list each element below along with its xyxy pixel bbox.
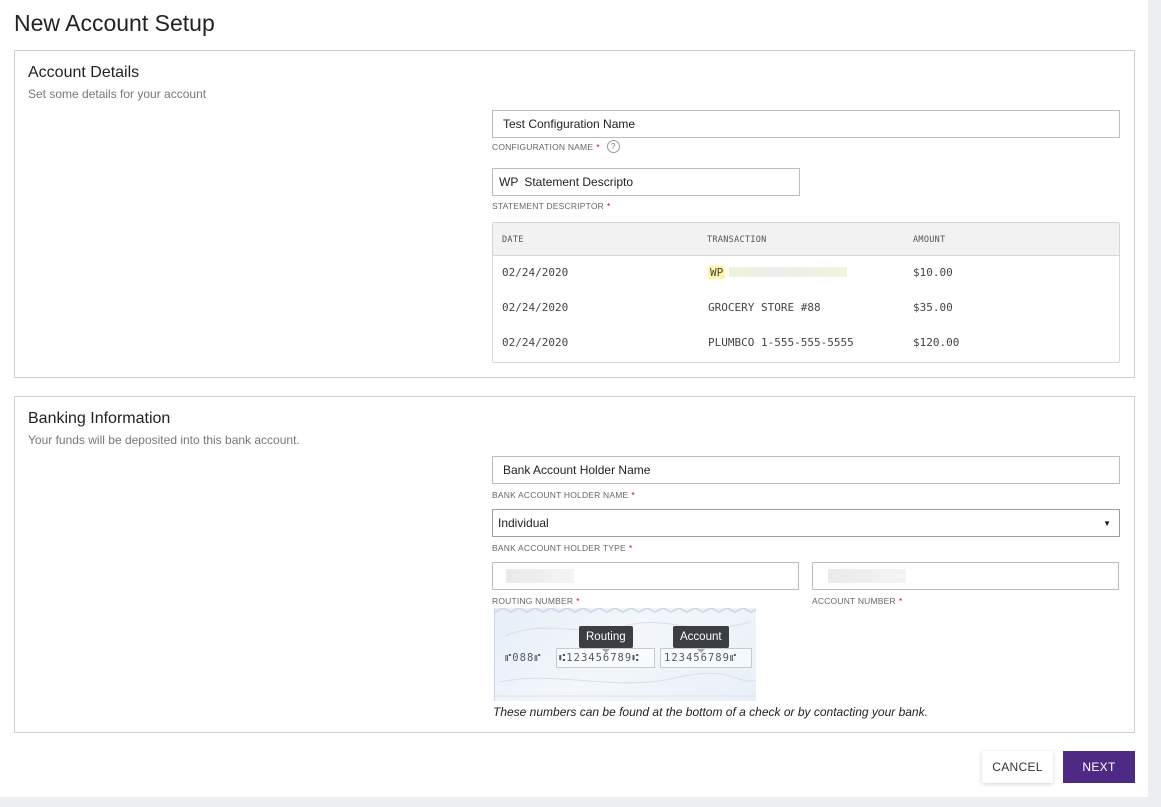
cancel-button[interactable]: CANCEL	[982, 751, 1053, 783]
cell-date: 02/24/2020	[502, 336, 569, 349]
page: New Account Setup Account Details Set so…	[0, 0, 1148, 797]
holder-name-field[interactable]	[492, 456, 1120, 484]
account-number-field[interactable]	[812, 562, 1119, 590]
cell-transaction: WP	[708, 266, 848, 279]
account-number-label: ACCOUNT NUMBER *	[812, 596, 902, 606]
help-icon[interactable]: ?	[606, 140, 620, 153]
table-header: DATE TRANSACTION AMOUNT	[493, 223, 1119, 256]
holder-type-label: BANK ACCOUNT HOLDER TYPE *	[492, 543, 632, 553]
account-details-card: Account Details Set some details for you…	[14, 50, 1135, 378]
descriptor-preview-blur	[729, 267, 848, 277]
next-button[interactable]: NEXT	[1063, 751, 1135, 783]
table-row: 02/24/2020 WP $10.00	[493, 256, 1119, 291]
configuration-name-label: CONFIGURATION NAME * ?	[492, 140, 620, 153]
account-details-title: Account Details	[28, 64, 140, 81]
page-title: New Account Setup	[14, 10, 215, 36]
required-marker: *	[631, 490, 635, 500]
banking-information-title: Banking Information	[28, 410, 171, 427]
routing-number-label-text: ROUTING NUMBER	[492, 596, 574, 606]
required-marker: *	[607, 201, 611, 211]
header-date: DATE	[502, 235, 524, 245]
statement-descriptor-input[interactable]	[518, 175, 799, 189]
statement-preview-table: DATE TRANSACTION AMOUNT 02/24/2020 WP $1…	[492, 222, 1120, 363]
header-amount: AMOUNT	[913, 235, 946, 245]
statement-descriptor-label: STATEMENT DESCRIPTOR *	[492, 201, 611, 211]
holder-type-value: Individual	[498, 516, 549, 530]
cell-transaction: PLUMBCO 1-555-555-5555	[708, 336, 854, 349]
cell-amount: $120.00	[913, 336, 960, 349]
micr-check-number: ⑈088⑈	[505, 652, 542, 664]
holder-type-label-text: BANK ACCOUNT HOLDER TYPE	[492, 543, 626, 553]
table-row: 02/24/2020 PLUMBCO 1-555-555-5555 $120.0…	[493, 326, 1119, 361]
banking-information-card: Banking Information Your funds will be d…	[14, 396, 1135, 733]
cell-amount: $35.00	[913, 301, 953, 314]
holder-type-select[interactable]: Individual ▼	[492, 509, 1120, 537]
configuration-name-field[interactable]	[492, 110, 1120, 138]
account-number-redacted	[828, 569, 906, 583]
routing-number-field[interactable]	[492, 562, 799, 590]
account-tooltip: Account	[673, 626, 729, 653]
banking-information-subtitle: Your funds will be deposited into this b…	[28, 433, 300, 447]
micr-account-number: 123456789⑈	[664, 652, 738, 664]
holder-name-label-text: BANK ACCOUNT HOLDER NAME	[492, 490, 629, 500]
required-marker: *	[596, 141, 600, 152]
cell-date: 02/24/2020	[502, 301, 569, 314]
statement-descriptor-label-text: STATEMENT DESCRIPTOR	[492, 201, 604, 211]
routing-number-redacted	[506, 569, 574, 583]
header-transaction: TRANSACTION	[707, 235, 767, 245]
check-illustration: Routing Account ⑈088⑈ ⑆123456789⑆ 123456…	[494, 608, 756, 701]
cell-amount: $10.00	[913, 266, 953, 279]
cell-transaction: GROCERY STORE #88	[708, 301, 821, 314]
required-marker: *	[576, 596, 580, 606]
chevron-down-icon[interactable]: ▼	[1103, 519, 1111, 528]
required-marker: *	[898, 596, 903, 606]
cell-date: 02/24/2020	[502, 266, 569, 279]
required-marker: *	[628, 543, 633, 553]
bank-numbers-note: These numbers can be found at the bottom…	[493, 705, 928, 719]
holder-name-label: BANK ACCOUNT HOLDER NAME *	[492, 490, 635, 500]
configuration-name-label-text: CONFIGURATION NAME	[492, 141, 594, 152]
routing-number-label: ROUTING NUMBER *	[492, 596, 580, 606]
highlighted-descriptor: WP	[708, 266, 726, 279]
micr-routing-number: ⑆123456789⑆	[559, 652, 640, 664]
account-details-subtitle: Set some details for your account	[28, 87, 207, 101]
statement-descriptor-field[interactable]: WP	[492, 168, 800, 196]
holder-name-input[interactable]	[493, 463, 1119, 477]
statement-descriptor-prefix: WP	[499, 175, 519, 189]
table-row: 02/24/2020 GROCERY STORE #88 $35.00	[493, 291, 1119, 326]
routing-tooltip: Routing	[579, 626, 633, 653]
account-number-label-text: ACCOUNT NUMBER	[812, 596, 896, 606]
configuration-name-input[interactable]	[493, 117, 1119, 131]
